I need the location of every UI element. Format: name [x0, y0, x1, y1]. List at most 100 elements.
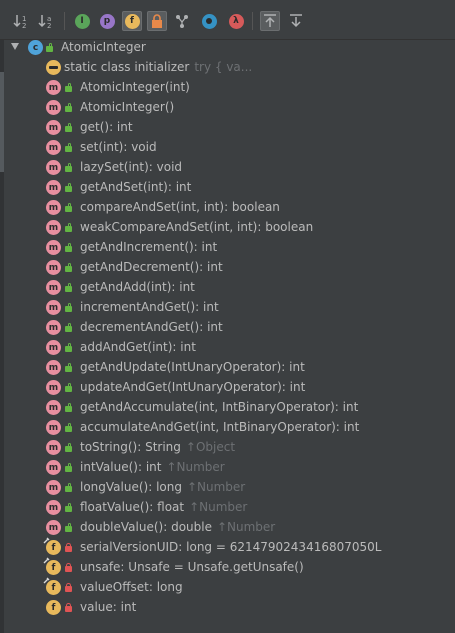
tree-item-row[interactable]: m decrementAndGet(): int — [0, 317, 455, 337]
member-signature: decrementAndGet(): int — [80, 320, 223, 334]
expand-arrow-icon[interactable] — [11, 43, 19, 50]
tree-item-row[interactable]: m getAndUpdate(IntUnaryOperator): int — [0, 357, 455, 377]
public-visibility-icon — [64, 383, 73, 392]
tree-item-row[interactable]: m getAndAdd(int): int — [0, 277, 455, 297]
public-visibility-icon — [64, 203, 73, 212]
tree-item-row[interactable]: f unsafe: Unsafe = Unsafe.getUnsafe() — [0, 557, 455, 577]
member-signature: get(): int — [80, 120, 133, 134]
tree-item-row[interactable]: m floatValue(): float ↑Number — [0, 497, 455, 517]
tree-item-row[interactable]: m getAndIncrement(): int — [0, 237, 455, 257]
tree-item-row[interactable]: m AtomicInteger() — [0, 97, 455, 117]
fields-icon: f — [124, 13, 140, 29]
member-signature: getAndIncrement(): int — [80, 240, 218, 254]
member-signature: set(int): void — [80, 140, 157, 154]
show-properties-button[interactable]: p — [97, 11, 117, 31]
tree-item-row[interactable]: m longValue(): long ↑Number — [0, 477, 455, 497]
tree-item-label: serialVersionUID: long = 621479024341680… — [80, 540, 381, 554]
public-visibility-icon — [64, 523, 73, 532]
tree-item-row[interactable]: m lazySet(int): void — [0, 157, 455, 177]
method-icon: m — [46, 340, 61, 355]
member-signature: longValue(): long — [80, 480, 182, 494]
show-inherited-button[interactable]: I — [72, 11, 92, 31]
show-lambda-button[interactable]: λ — [226, 11, 246, 31]
tree-root-row[interactable]: c AtomicInteger — [0, 37, 455, 57]
tree-item-row[interactable]: m weakCompareAndSet(int, int): boolean — [0, 217, 455, 237]
tree-item-row[interactable]: f valueOffset: long — [0, 577, 455, 597]
autoscroll-to-source-button[interactable] — [260, 11, 280, 31]
member-signature: toString(): String — [80, 440, 181, 454]
public-visibility-icon — [64, 483, 73, 492]
method-icon: m — [46, 400, 61, 415]
member-signature: intValue(): int — [80, 460, 162, 474]
lambda-icon: λ — [228, 13, 244, 29]
tree-item-row[interactable]: m toString(): String ↑Object — [0, 437, 455, 457]
public-visibility-icon — [64, 323, 73, 332]
tree-item-row[interactable]: m set(int): void — [0, 137, 455, 157]
public-visibility-icon — [64, 103, 73, 112]
member-signature: getAndUpdate(IntUnaryOperator): int — [80, 360, 305, 374]
tree-item-row[interactable]: m doubleValue(): double ↑Number — [0, 517, 455, 537]
public-visibility-icon — [45, 43, 54, 52]
autoscroll-from-source-button[interactable] — [286, 11, 306, 31]
member-signature: getAndAdd(int): int — [80, 280, 195, 294]
member-signature: weakCompareAndSet(int, int): boolean — [80, 220, 314, 234]
tree-item-row[interactable]: m intValue(): int ↑Number — [0, 457, 455, 477]
tree-item-row[interactable]: m incrementAndGet(): int — [0, 297, 455, 317]
public-visibility-icon — [64, 503, 73, 512]
tree-item-label: incrementAndGet(): int — [80, 300, 219, 314]
private-visibility-icon — [64, 563, 73, 572]
method-icon: m — [46, 280, 61, 295]
show-lambdas-button[interactable] — [199, 11, 219, 31]
public-visibility-icon — [64, 443, 73, 452]
tree-item-row[interactable]: static class initializer try { va... — [0, 57, 455, 77]
show-anonymous-button[interactable] — [172, 11, 192, 31]
member-signature: addAndGet(int): int — [80, 340, 196, 354]
member-signature: accumulateAndGet(int, IntBinaryOperator)… — [80, 420, 360, 434]
tree-item-row[interactable]: m getAndDecrement(): int — [0, 257, 455, 277]
method-icon: m — [46, 240, 61, 255]
method-icon: m — [46, 180, 61, 195]
tree-item-label: doubleValue(): double ↑Number — [80, 520, 275, 534]
tree-item-row[interactable]: f serialVersionUID: long = 62147902434168… — [0, 537, 455, 557]
tree-item-row[interactable]: m compareAndSet(int, int): boolean — [0, 197, 455, 217]
tree-item-label: AtomicInteger(int) — [80, 80, 190, 94]
method-icon: m — [46, 380, 61, 395]
tree-item-row[interactable]: m addAndGet(int): int — [0, 337, 455, 357]
method-icon: m — [46, 120, 61, 135]
static-pin-icon — [43, 557, 50, 564]
public-visibility-icon — [64, 363, 73, 372]
tree-item-label: unsafe: Unsafe = Unsafe.getUnsafe() — [80, 560, 304, 574]
tree-item-label: getAndDecrement(): int — [80, 260, 223, 274]
sort-alphabetically-button[interactable]: a 2 — [37, 11, 57, 31]
public-visibility-icon — [64, 423, 73, 432]
tree-item-label: weakCompareAndSet(int, int): boolean — [80, 220, 313, 234]
class-icon: c — [28, 40, 43, 55]
tree-item-label: lazySet(int): void — [80, 160, 182, 174]
tree-item-row[interactable]: f value: int — [0, 597, 455, 617]
tree-item-row[interactable]: m getAndSet(int): int — [0, 177, 455, 197]
tree-item-row[interactable]: m accumulateAndGet(int, IntBinaryOperator… — [0, 417, 455, 437]
method-icon: m — [46, 200, 61, 215]
sort-by-visibility-button[interactable]: 1 2 — [12, 11, 32, 31]
member-signature: value: int — [80, 600, 137, 614]
class-name-label: AtomicInteger — [61, 40, 146, 54]
lambdas-icon — [201, 13, 217, 29]
initializer-icon — [46, 60, 61, 75]
public-visibility-icon — [64, 83, 73, 92]
field-icon: f — [43, 557, 61, 575]
tree-item-label: getAndIncrement(): int — [80, 240, 217, 254]
tree-item-row[interactable]: m get(): int — [0, 117, 455, 137]
tree-item-label: value: int — [80, 600, 136, 614]
method-icon: m — [46, 220, 61, 235]
tree-item-row[interactable]: m updateAndGet(IntUnaryOperator): int — [0, 377, 455, 397]
tree-item-row[interactable]: m AtomicInteger(int) — [0, 77, 455, 97]
show-non-public-button[interactable] — [147, 11, 167, 31]
svg-text:2: 2 — [22, 22, 26, 29]
method-icon: m — [46, 500, 61, 515]
tree-item-label: accumulateAndGet(int, IntBinaryOperator)… — [80, 420, 359, 434]
inherited-from-hint: ↑Number — [186, 480, 246, 494]
show-fields-button[interactable]: f — [122, 11, 142, 31]
field-icon: f — [46, 600, 61, 615]
tree-item-row[interactable]: m getAndAccumulate(int, IntBinaryOperator… — [0, 397, 455, 417]
member-signature: unsafe: Unsafe = Unsafe.getUnsafe() — [80, 560, 304, 574]
